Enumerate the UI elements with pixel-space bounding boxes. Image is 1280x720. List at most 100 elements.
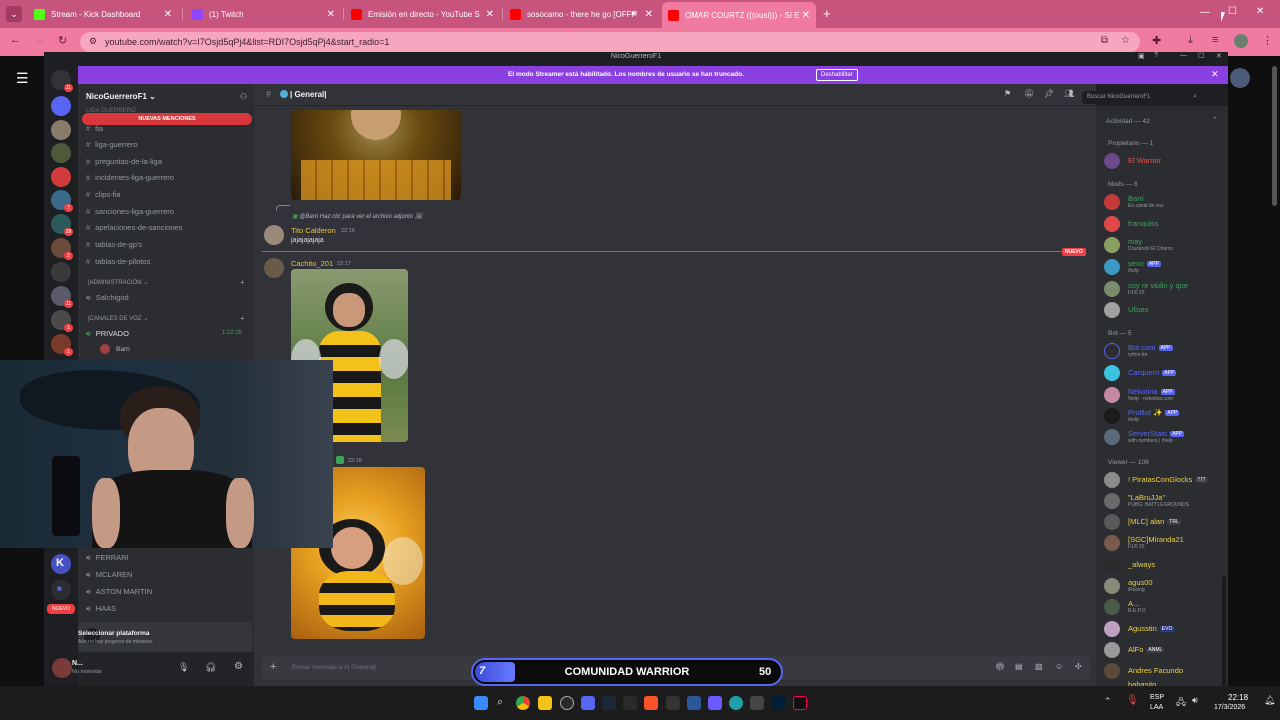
member-viewer[interactable]: AlFo ANML (1104, 641, 1228, 659)
close-icon[interactable]: ✕ (486, 9, 494, 20)
file-explorer-icon[interactable] (538, 696, 552, 710)
user-avatar[interactable] (264, 225, 284, 245)
member-mod[interactable]: Barri En canal de voz (1104, 193, 1228, 211)
threads-icon[interactable]: ⚑ (1004, 89, 1011, 98)
headset-icon[interactable]: 🎧︎ (205, 662, 216, 673)
member-viewer[interactable]: Agusstin EVO (1104, 620, 1228, 638)
voice-channel-haas[interactable]: 🔊︎ HAAS (86, 604, 116, 614)
site-info-icon[interactable]: ⚙ (89, 36, 97, 47)
channel-preguntas[interactable]: # preguntas-de-la-liga (86, 157, 162, 166)
member-bot[interactable]: ProBot ✨ APP/help (1104, 407, 1228, 425)
close-icon[interactable]: ✕ (1211, 69, 1219, 80)
server-name[interactable]: NicoGuerreroF1 ⌄ (86, 92, 156, 101)
network-icon[interactable]: 🖧︎ (1176, 695, 1186, 711)
photoshop-icon[interactable] (772, 696, 786, 710)
browser-menu-icon[interactable]: ⋮ (1262, 34, 1273, 47)
kick-server-icon[interactable]: K (51, 554, 71, 574)
obs-icon[interactable] (560, 696, 574, 710)
tab-omar-courtz[interactable]: OMAR COURTZ (((ousi))) - Sí E ✕ (662, 2, 816, 28)
close-icon[interactable]: ✕ (645, 9, 653, 20)
member-mod[interactable]: franquiss (1104, 215, 1228, 233)
back-icon[interactable]: ← (10, 34, 21, 46)
microphone-icon[interactable]: 🎙︎ (1126, 695, 1139, 706)
microphone-icon[interactable]: 🎙︎ (178, 662, 189, 673)
server-icon[interactable] (51, 143, 71, 163)
member-bot[interactable]: Bot.com APP rythm.fm (1104, 342, 1228, 360)
direct-messages-icon[interactable]: 11 (51, 70, 73, 92)
close-icon[interactable]: ✕ (327, 9, 335, 20)
volume-icon[interactable]: 🔊︎ (1192, 695, 1198, 706)
search-icon[interactable]: ⌕ (497, 696, 503, 709)
voice-user-name[interactable]: Barri (116, 346, 130, 353)
chevron-up-icon[interactable]: ⌃ (1104, 696, 1112, 707)
url-field[interactable]: ⚙ youtube.com/watch?v=I7Osjd5qPj4&list=R… (80, 32, 1140, 52)
chrome-icon[interactable] (516, 696, 530, 710)
add-channel-icon[interactable]: + (240, 278, 245, 287)
user-avatar[interactable] (52, 658, 72, 678)
word-icon[interactable] (687, 696, 701, 710)
channel-clips-fia[interactable]: # clips-fia (86, 190, 121, 199)
app-icon[interactable] (708, 696, 722, 710)
notifications-icon[interactable]: 🔔︎ (1264, 695, 1275, 706)
maximize-icon[interactable]: ☐ (1198, 52, 1204, 60)
inbox-icon[interactable]: ▣ (1138, 52, 1145, 60)
message-author[interactable]: Cachito_201 (291, 259, 333, 268)
new-tab-button[interactable]: + (823, 6, 831, 21)
add-friend-icon[interactable]: ⚇ (240, 92, 247, 101)
sticker-icon[interactable]: ▧ (1035, 662, 1043, 671)
window-close-button[interactable]: ✕ (1256, 6, 1264, 17)
server-icon[interactable] (51, 96, 71, 116)
app-icon[interactable] (623, 696, 637, 710)
tab-youtube-studio[interactable]: Emisión en directo - YouTube S ✕ (345, 3, 500, 25)
install-icon[interactable]: ⧉ (1101, 35, 1108, 46)
clock-time[interactable]: 22:18 (1228, 693, 1248, 702)
channel-incidentes[interactable]: # incidentes-liga-guerrero (86, 173, 174, 182)
new-mentions-banner[interactable]: NUEVAS MENCIONES (82, 113, 252, 125)
hamburger-menu-icon[interactable]: ☰ (16, 70, 29, 87)
settings-gear-icon[interactable]: ⚙ (234, 661, 243, 672)
brave-icon[interactable] (644, 696, 658, 710)
youtube-avatar[interactable] (1230, 68, 1250, 88)
activity-header[interactable]: Actividad — 42 (1106, 118, 1150, 125)
member-viewer[interactable]: _always (1104, 556, 1228, 574)
search-input[interactable]: Buscar NicoGuerreroF1 ⌕ (1082, 91, 1202, 104)
speaker-icon[interactable]: 🔊︎ (631, 8, 637, 19)
close-icon[interactable]: ✕ (1216, 52, 1222, 60)
extensions-icon[interactable]: ✚ (1152, 34, 1161, 47)
server-icon[interactable]: 2 (51, 238, 73, 260)
member-viewer[interactable]: ! PiratasConGlocks 777 (1104, 471, 1228, 489)
tab-twitch[interactable]: (1) Twitch ✕ (186, 3, 341, 25)
tab-menu-icon[interactable]: ⌄ (6, 6, 22, 22)
help-icon[interactable]: ? (1154, 52, 1158, 59)
language-sub[interactable]: LAA (1150, 704, 1163, 711)
voice-channel-mclaren[interactable]: 🔊︎ MCLAREN (86, 570, 132, 580)
channel-liga-guerrero[interactable]: # liga-guerrero (86, 140, 138, 149)
member-mod[interactable]: may Cruzando El Charco (1104, 236, 1228, 254)
channel-tablas-gp[interactable]: # tablas-de-gp's (86, 240, 142, 249)
user-name[interactable]: N... (72, 660, 83, 667)
gif-icon[interactable]: ▤ (1015, 662, 1023, 671)
bookmark-star-icon[interactable]: ☆ (1121, 35, 1130, 46)
member-viewer[interactable]: "LaBruJJa" PUBG: BATTLEGROUNDS (1104, 492, 1228, 510)
member-mod[interactable]: soy re violin y que F1® 25 (1104, 280, 1228, 298)
voice-channel-privado[interactable]: 🔊︎ PRIVADO (86, 329, 129, 339)
tab-sosocamo[interactable]: sosocamo - there he go [OFFI 🔊︎ ✕ (504, 3, 659, 25)
server-icon[interactable] (51, 120, 71, 140)
voice-channel-ferrari[interactable]: 🔊︎ FERRARI (86, 553, 129, 563)
member-viewer[interactable]: Andres Facundo (1104, 662, 1228, 680)
server-icon[interactable]: 11 (51, 286, 73, 308)
channel-fia[interactable]: # fia (86, 124, 103, 133)
channel-apelaciones[interactable]: # apelaciones-de-sanciones (86, 223, 182, 232)
profile-avatar[interactable] (1234, 34, 1248, 48)
reply-preview[interactable]: ▣ @Barri Haz clic para ver el archivo ad… (292, 213, 422, 220)
admin-category[interactable]: |ADMINISTRACIÓN ⌄ (88, 279, 148, 286)
folder-icon[interactable]: ■ (51, 580, 71, 600)
start-icon[interactable] (474, 696, 488, 710)
minimize-button[interactable]: — (1200, 7, 1210, 18)
server-icon[interactable]: 7 (51, 190, 73, 212)
member-mod[interactable]: sexo APP/help (1104, 258, 1228, 276)
server-icon[interactable]: 28 (51, 214, 73, 236)
add-attachment-icon[interactable]: + (270, 661, 276, 673)
channel-salchigod[interactable]: 🔊︎ Salchigod (86, 293, 129, 303)
discord-icon[interactable] (581, 696, 595, 710)
